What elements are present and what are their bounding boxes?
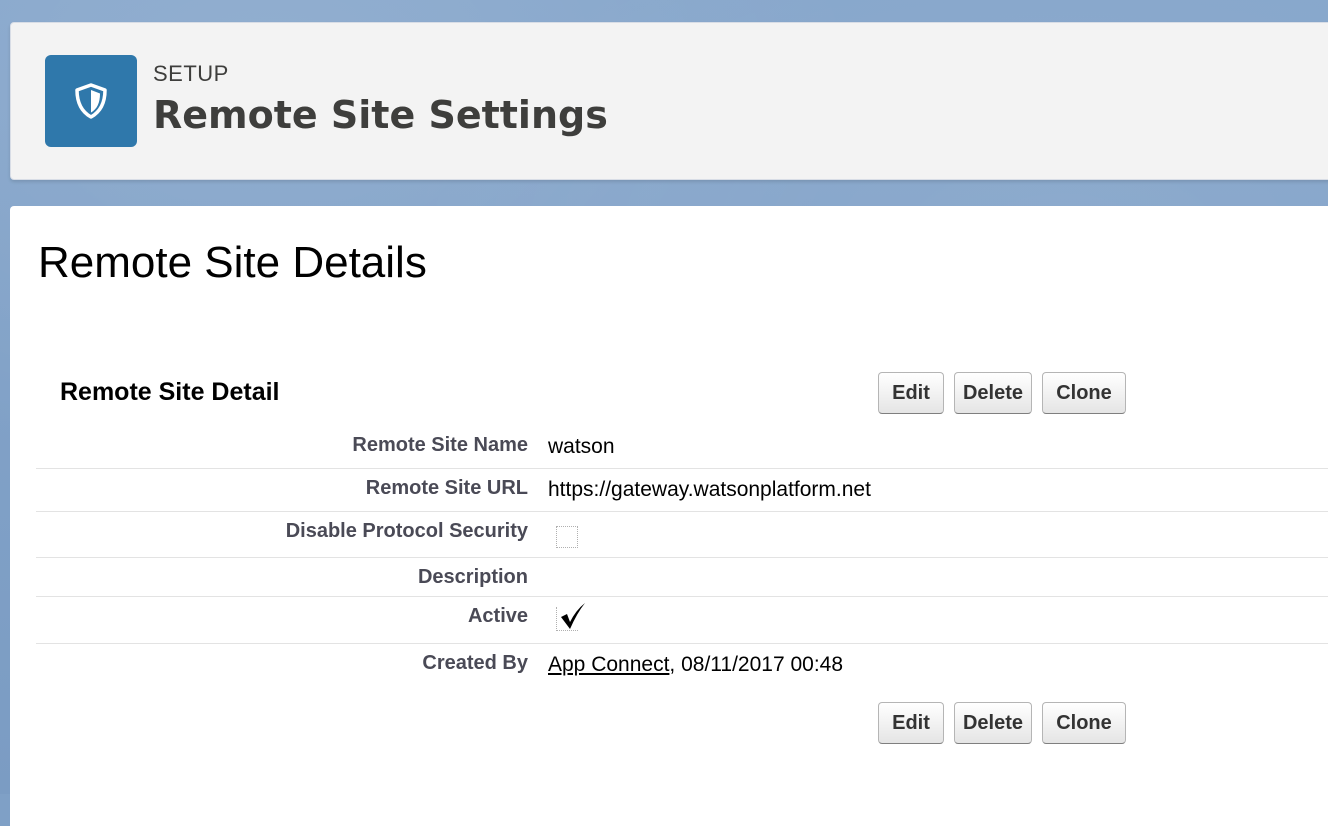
row-active: Active (36, 597, 1328, 644)
created-timestamp: , 08/11/2017 00:48 (669, 653, 844, 676)
field-label: Disable Protocol Security (285, 520, 528, 542)
checked-checkbox-icon (556, 603, 585, 631)
row-description: Description (36, 558, 1328, 597)
top-button-group: Edit Delete Clone (878, 372, 1126, 414)
delete-button[interactable]: Delete (954, 372, 1032, 414)
header-eyebrow: SETUP (153, 61, 229, 86)
edit-button[interactable]: Edit (878, 372, 944, 414)
clone-button[interactable]: Clone (1042, 372, 1126, 414)
row-created-by: Created By App Connect, 08/11/2017 00:48 (36, 644, 1328, 690)
main-content: Remote Site Details Remote Site Detail E… (10, 206, 1328, 826)
page-header-title: Remote Site Settings (153, 93, 608, 137)
section-title: Remote Site Detail (60, 378, 280, 406)
row-remote-site-name: Remote Site Name watson (36, 426, 1328, 469)
delete-button[interactable]: Delete (954, 702, 1032, 744)
checkmark-icon (561, 603, 585, 629)
field-value: App Connect, 08/11/2017 00:48 (548, 653, 843, 677)
edit-button[interactable]: Edit (878, 702, 944, 744)
field-label: Description (417, 566, 528, 588)
page-header: SETUP Remote Site Settings (10, 22, 1328, 180)
bottom-button-group: Edit Delete Clone (878, 702, 1126, 744)
setup-icon-tile (45, 55, 137, 147)
field-value: watson (548, 435, 615, 458)
field-label: Remote Site Name (352, 434, 528, 456)
field-value: https://gateway.watsonplatform.net (548, 478, 871, 501)
created-by-user-link[interactable]: App Connect (548, 653, 669, 676)
detail-table: Remote Site Name watson Remote Site URL … (36, 426, 1328, 690)
row-remote-site-url: Remote Site URL https://gateway.watsonpl… (36, 469, 1328, 512)
row-disable-protocol-security: Disable Protocol Security (36, 512, 1328, 558)
field-label: Created By (422, 652, 528, 674)
page-title: Remote Site Details (38, 238, 427, 287)
clone-button[interactable]: Clone (1042, 702, 1126, 744)
field-label: Remote Site URL (365, 477, 528, 499)
shield-icon (75, 83, 107, 119)
field-label: Active (467, 605, 528, 627)
unchecked-checkbox-icon (556, 526, 578, 548)
